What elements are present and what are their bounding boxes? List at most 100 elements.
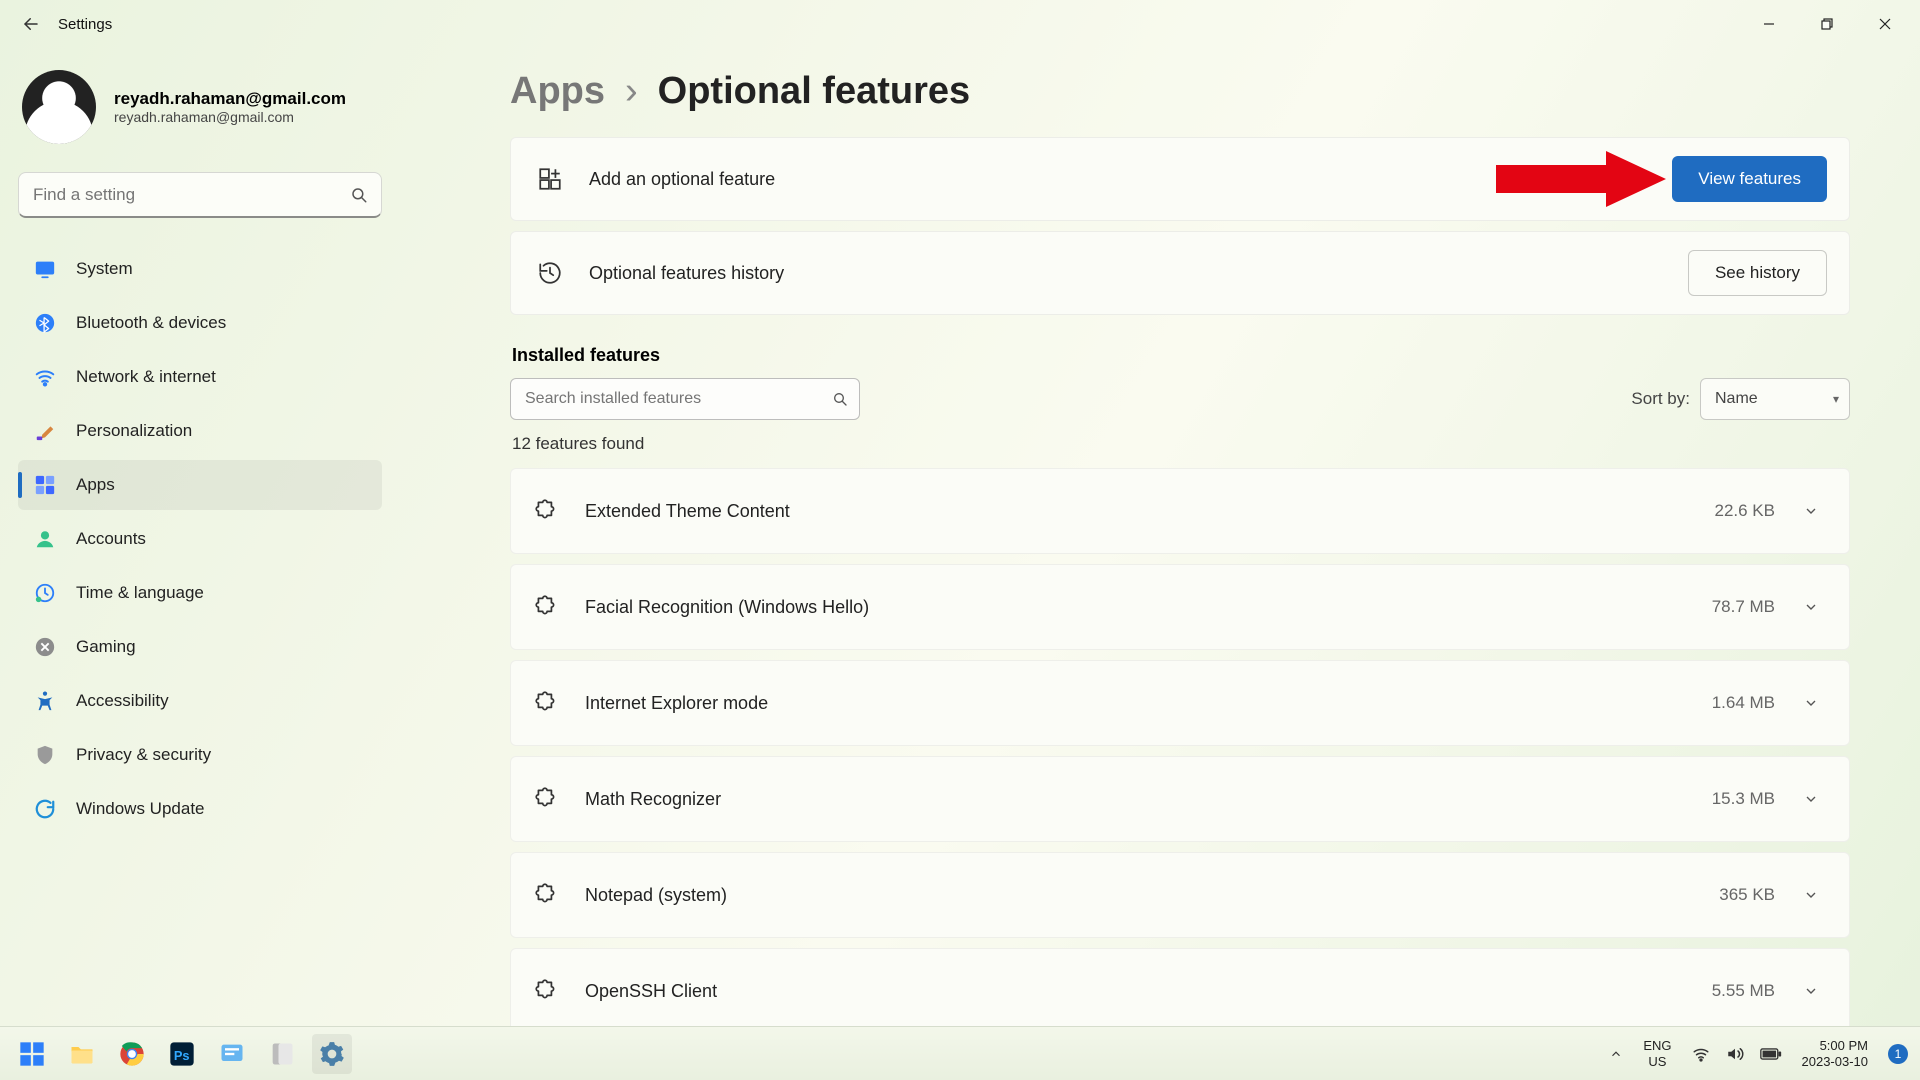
photoshop-button[interactable]: Ps xyxy=(162,1034,202,1074)
nav-accessibility[interactable]: Accessibility xyxy=(18,676,382,726)
feature-size: 365 KB xyxy=(1719,885,1775,905)
sort-label: Sort by: xyxy=(1631,389,1690,409)
features-list: Extended Theme Content 22.6 KB Facial Re… xyxy=(510,468,1850,1026)
puzzle-icon xyxy=(533,689,561,717)
nav-gaming[interactable]: Gaming xyxy=(18,622,382,672)
nav: System Bluetooth & devices Network & int… xyxy=(18,244,382,834)
taskbar-right: ENG US 5:00 PM 2023-03-10 1 xyxy=(1609,1038,1908,1069)
puzzle-icon xyxy=(533,593,561,621)
window-controls xyxy=(1740,5,1914,43)
nav-label: Network & internet xyxy=(76,367,216,387)
notifications-badge[interactable]: 1 xyxy=(1888,1044,1908,1064)
tray-date: 2023-03-10 xyxy=(1802,1054,1869,1070)
installed-search-wrap xyxy=(510,378,860,420)
chevron-right-icon: › xyxy=(625,70,638,113)
feature-row[interactable]: Math Recognizer 15.3 MB xyxy=(510,756,1850,842)
nav-label: Personalization xyxy=(76,421,192,441)
app-task-1[interactable] xyxy=(212,1034,252,1074)
nav-accounts[interactable]: Accounts xyxy=(18,514,382,564)
lang-top: ENG xyxy=(1643,1038,1671,1054)
sort-select[interactable]: Name ▾ xyxy=(1700,378,1850,420)
nav-privacy[interactable]: Privacy & security xyxy=(18,730,382,780)
nav-bluetooth[interactable]: Bluetooth & devices xyxy=(18,298,382,348)
profile-block[interactable]: reyadh.rahaman@gmail.com reyadh.rahaman@… xyxy=(18,66,382,166)
chevron-down-icon xyxy=(1803,983,1819,999)
nav-time[interactable]: Time & language xyxy=(18,568,382,618)
feature-name: OpenSSH Client xyxy=(585,981,1712,1002)
installed-search-input[interactable] xyxy=(510,378,860,420)
nav-system[interactable]: System xyxy=(18,244,382,294)
wifi-icon xyxy=(32,364,58,390)
chevron-down-icon xyxy=(1803,503,1819,519)
nav-label: Windows Update xyxy=(76,799,205,819)
taskbar-left: Ps xyxy=(12,1034,352,1074)
close-button[interactable] xyxy=(1856,5,1914,43)
tray-time: 5:00 PM xyxy=(1802,1038,1869,1054)
search-icon xyxy=(350,186,368,204)
nav-personalization[interactable]: Personalization xyxy=(18,406,382,456)
language-indicator[interactable]: ENG US xyxy=(1643,1038,1671,1069)
settings-task-button[interactable] xyxy=(312,1034,352,1074)
chevron-down-icon xyxy=(1803,695,1819,711)
clock[interactable]: 5:00 PM 2023-03-10 xyxy=(1802,1038,1869,1069)
accessibility-icon xyxy=(32,688,58,714)
folder-icon xyxy=(68,1040,96,1068)
nav-label: Gaming xyxy=(76,637,136,657)
brush-icon xyxy=(32,418,58,444)
minimize-button[interactable] xyxy=(1740,5,1798,43)
puzzle-icon xyxy=(533,977,561,1005)
settings-search-input[interactable] xyxy=(18,172,382,218)
start-button[interactable] xyxy=(12,1034,52,1074)
nav-update[interactable]: Windows Update xyxy=(18,784,382,834)
arrow-left-icon xyxy=(22,15,40,33)
feature-row[interactable]: Extended Theme Content 22.6 KB xyxy=(510,468,1850,554)
nav-label: Bluetooth & devices xyxy=(76,313,226,333)
puzzle-icon xyxy=(533,785,561,813)
feature-row[interactable]: Notepad (system) 365 KB xyxy=(510,852,1850,938)
card-history: Optional features history See history xyxy=(510,231,1850,315)
chevron-down-icon xyxy=(1803,887,1819,903)
see-history-button[interactable]: See history xyxy=(1688,250,1827,296)
feature-name: Math Recognizer xyxy=(585,789,1712,810)
features-count: 12 features found xyxy=(512,434,1850,454)
nav-label: Apps xyxy=(76,475,115,495)
feature-row[interactable]: OpenSSH Client 5.55 MB xyxy=(510,948,1850,1026)
installed-section-title: Installed features xyxy=(512,345,1850,366)
nav-apps[interactable]: Apps xyxy=(18,460,382,510)
chevron-down-icon xyxy=(1803,599,1819,615)
back-button[interactable] xyxy=(12,5,50,43)
system-icon xyxy=(32,256,58,282)
nav-network[interactable]: Network & internet xyxy=(18,352,382,402)
app-task-2[interactable] xyxy=(262,1034,302,1074)
nav-label: Time & language xyxy=(76,583,204,603)
add-tile-icon xyxy=(533,162,567,196)
breadcrumb-parent[interactable]: Apps xyxy=(510,70,605,113)
view-features-button[interactable]: View features xyxy=(1672,156,1827,202)
shield-icon xyxy=(32,742,58,768)
page-title: Optional features xyxy=(658,70,971,113)
feature-size: 15.3 MB xyxy=(1712,789,1775,809)
nav-label: System xyxy=(76,259,133,279)
minimize-icon xyxy=(1763,18,1775,30)
photoshop-icon: Ps xyxy=(168,1040,196,1068)
feature-row[interactable]: Internet Explorer mode 1.64 MB xyxy=(510,660,1850,746)
file-explorer-button[interactable] xyxy=(62,1034,102,1074)
filter-row: Sort by: Name ▾ xyxy=(510,378,1850,420)
feature-name: Facial Recognition (Windows Hello) xyxy=(585,597,1712,618)
puzzle-icon xyxy=(533,881,561,909)
profile-email: reyadh.rahaman@gmail.com xyxy=(114,109,346,125)
svg-text:Ps: Ps xyxy=(174,1047,190,1062)
maximize-button[interactable] xyxy=(1798,5,1856,43)
breadcrumb: Apps › Optional features xyxy=(510,70,1850,113)
history-icon xyxy=(533,256,567,290)
chrome-button[interactable] xyxy=(112,1034,152,1074)
tray-chevron-up-icon[interactable] xyxy=(1609,1047,1623,1061)
feature-row[interactable]: Facial Recognition (Windows Hello) 78.7 … xyxy=(510,564,1850,650)
system-tray[interactable] xyxy=(1692,1045,1782,1063)
profile-name: reyadh.rahaman@gmail.com xyxy=(114,89,346,109)
chevron-down-icon: ▾ xyxy=(1833,392,1839,406)
card-add-label: Add an optional feature xyxy=(589,169,1496,190)
feature-name: Notepad (system) xyxy=(585,885,1719,906)
puzzle-icon xyxy=(533,497,561,525)
app-title: Settings xyxy=(58,16,112,33)
